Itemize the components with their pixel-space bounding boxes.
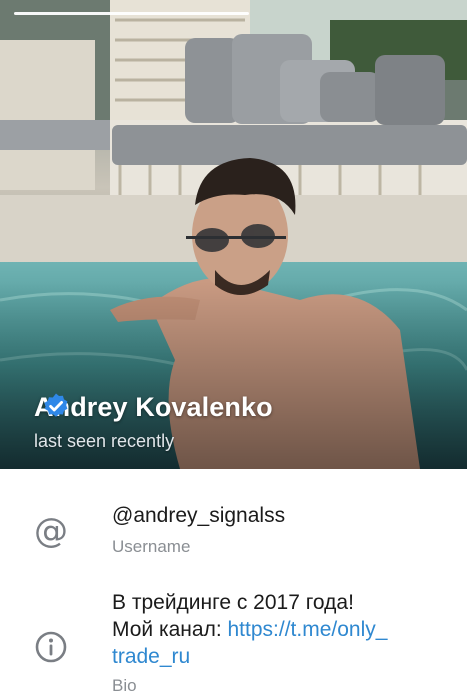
- channel-link[interactable]: https://t.me/only_: [228, 618, 388, 641]
- bio-line-3: trade_ru: [112, 643, 452, 670]
- bio-text: В трейдинге с 2017 года! Мой канал: http…: [112, 589, 452, 670]
- bio-label: Bio: [112, 676, 137, 695]
- bio-prefix: Мой канал:: [112, 618, 228, 641]
- last-seen-status: last seen recently: [34, 431, 175, 451]
- bio-row[interactable]: В трейдинге с 2017 года! Мой канал: http…: [0, 576, 467, 695]
- bio-line-2: Мой канал: https://t.me/only_: [112, 616, 452, 643]
- profile-name-row: Andrey Kovalenko: [34, 392, 273, 423]
- bio-line-1: В трейдинге с 2017 года!: [112, 591, 354, 614]
- channel-link-continued[interactable]: trade_ru: [112, 645, 190, 668]
- username-value[interactable]: @andrey_signalss: [112, 502, 285, 529]
- username-row[interactable]: @ @andrey_signalss Username: [0, 469, 467, 576]
- info-icon: [31, 627, 71, 667]
- story-progress-bar: [14, 12, 249, 15]
- at-icon: @: [34, 511, 68, 551]
- verified-badge-icon[interactable]: [42, 392, 70, 420]
- profile-photo[interactable]: Andrey Kovalenko last seen recently: [0, 0, 467, 469]
- username-label: Username: [112, 537, 191, 556]
